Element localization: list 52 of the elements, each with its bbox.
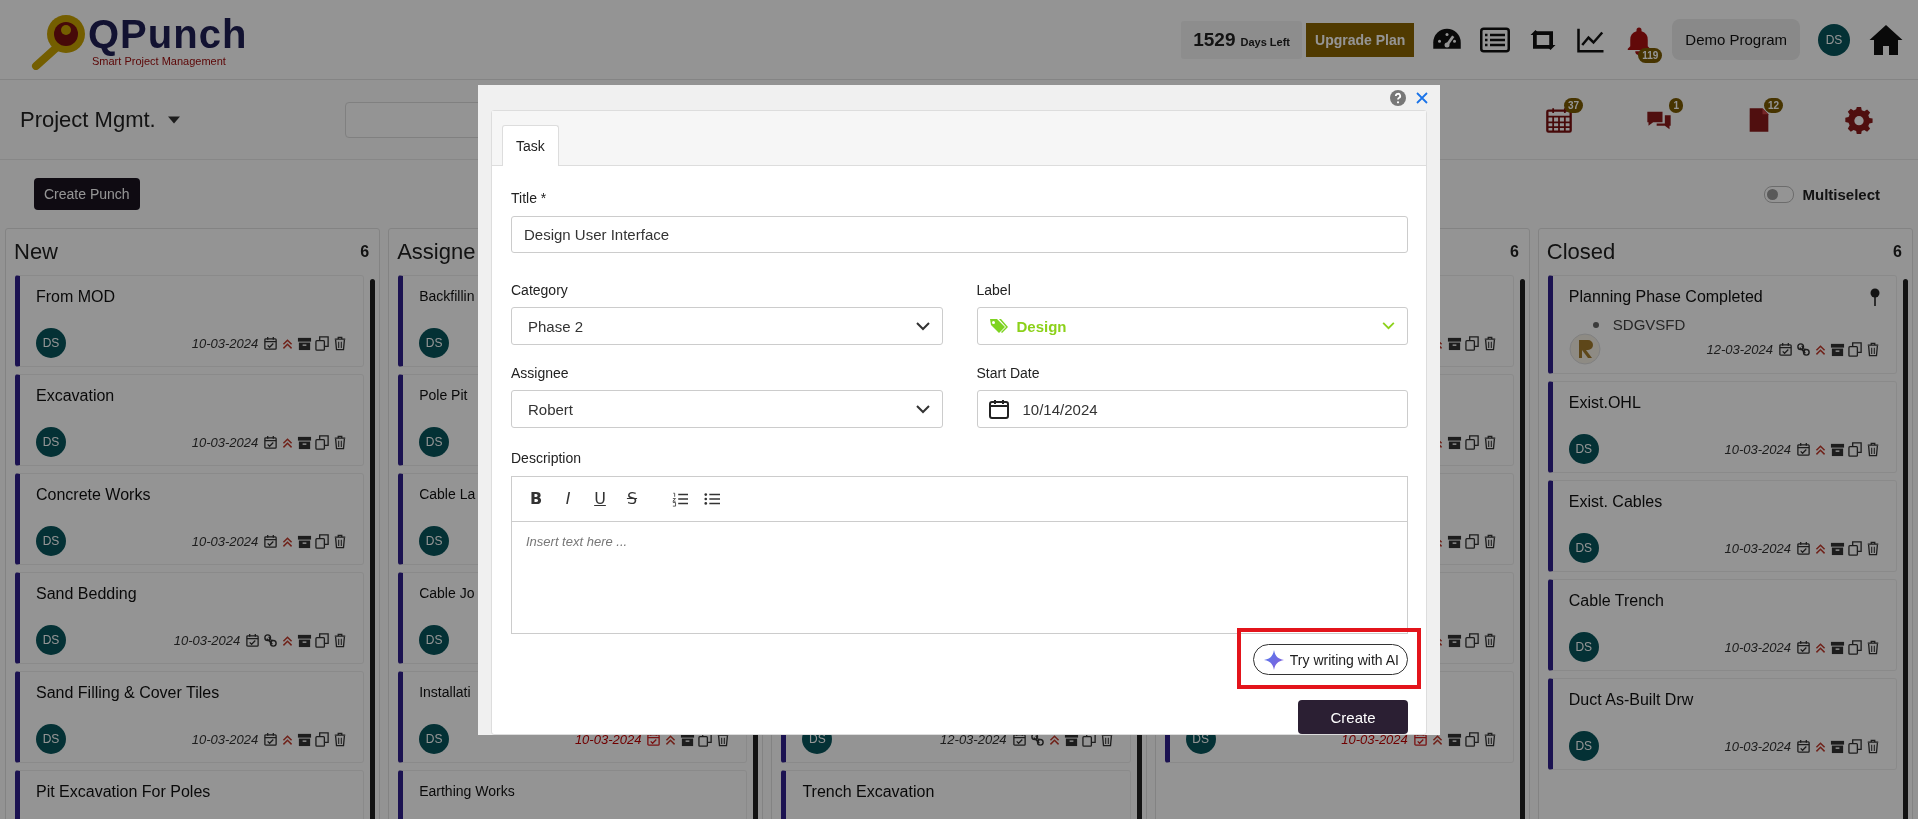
column-count: 6: [1893, 243, 1902, 261]
due-date: 10-03-2024: [1724, 441, 1791, 457]
field-label: Title *: [511, 189, 548, 208]
column-title: New: [14, 239, 58, 265]
field-label: Description: [511, 449, 583, 468]
card-title: Planning Phase Completed: [1568, 288, 1763, 306]
notification-badge: 37: [1563, 97, 1583, 113]
due-date: 10-03-2024: [1724, 540, 1791, 556]
due-date: 10-03-2024: [191, 533, 259, 549]
notification-badge: 12: [1763, 97, 1783, 113]
card-title: Pole Pit: [419, 387, 468, 403]
due-date: 12-03-2024: [1706, 341, 1773, 357]
card-title: Exist. Cables: [1568, 493, 1663, 511]
card-title: Duct As-Built Drw: [1568, 691, 1694, 709]
days-count: 1529: [1193, 28, 1236, 51]
field-label: Category: [511, 281, 569, 300]
days-label: Days Left: [1240, 35, 1291, 48]
card-title: Installati: [419, 684, 471, 700]
card-title: From MOD: [36, 288, 116, 306]
card-title: Excavation: [36, 387, 115, 405]
bullet-text: SDGVSFD: [1612, 316, 1686, 333]
due-date: 12-03-2024: [940, 731, 1007, 747]
card-title: Pit Excavation For Poles: [36, 783, 211, 801]
multiselect-label: Multiselect: [1802, 185, 1880, 203]
notification-badge: 119: [1638, 47, 1663, 63]
due-date: 10-03-2024: [173, 632, 241, 648]
card-title: Cable Jo: [419, 585, 475, 601]
notification-badge: 1: [1669, 97, 1683, 113]
due-date: 10-03-2024: [191, 335, 259, 351]
card-title: Sand Filling & Cover Tiles: [36, 684, 220, 702]
column-title: Assigne: [397, 239, 476, 265]
card-title: Concrete Works: [36, 486, 151, 504]
due-date: 10-03-2024: [574, 731, 642, 747]
card-title: Exist.OHL: [1568, 394, 1641, 412]
column-title: Closed: [1546, 239, 1616, 265]
card-title: Sand Bedding: [36, 585, 137, 603]
column-count: 6: [1509, 243, 1519, 261]
due-date: 10-03-2024: [1341, 731, 1408, 747]
card-title: Cable Trench: [1568, 592, 1664, 610]
card-title: Backfillin: [419, 288, 475, 304]
field-label: Start Date: [976, 364, 1041, 383]
due-date: 10-03-2024: [191, 731, 259, 747]
column-count: 6: [360, 243, 370, 261]
due-date: 10-03-2024: [1724, 639, 1791, 655]
card-title: Cable La: [419, 486, 476, 502]
due-date: 10-03-2024: [1724, 738, 1791, 754]
due-date: 10-03-2024: [191, 434, 259, 450]
card-title: Trench Excavation: [802, 783, 935, 801]
field-label: Label: [976, 281, 1012, 300]
field-label: Assignee: [511, 364, 570, 383]
card-title: Earthing Works: [419, 783, 515, 799]
logo-wordmark: QPunch: [88, 12, 248, 55]
